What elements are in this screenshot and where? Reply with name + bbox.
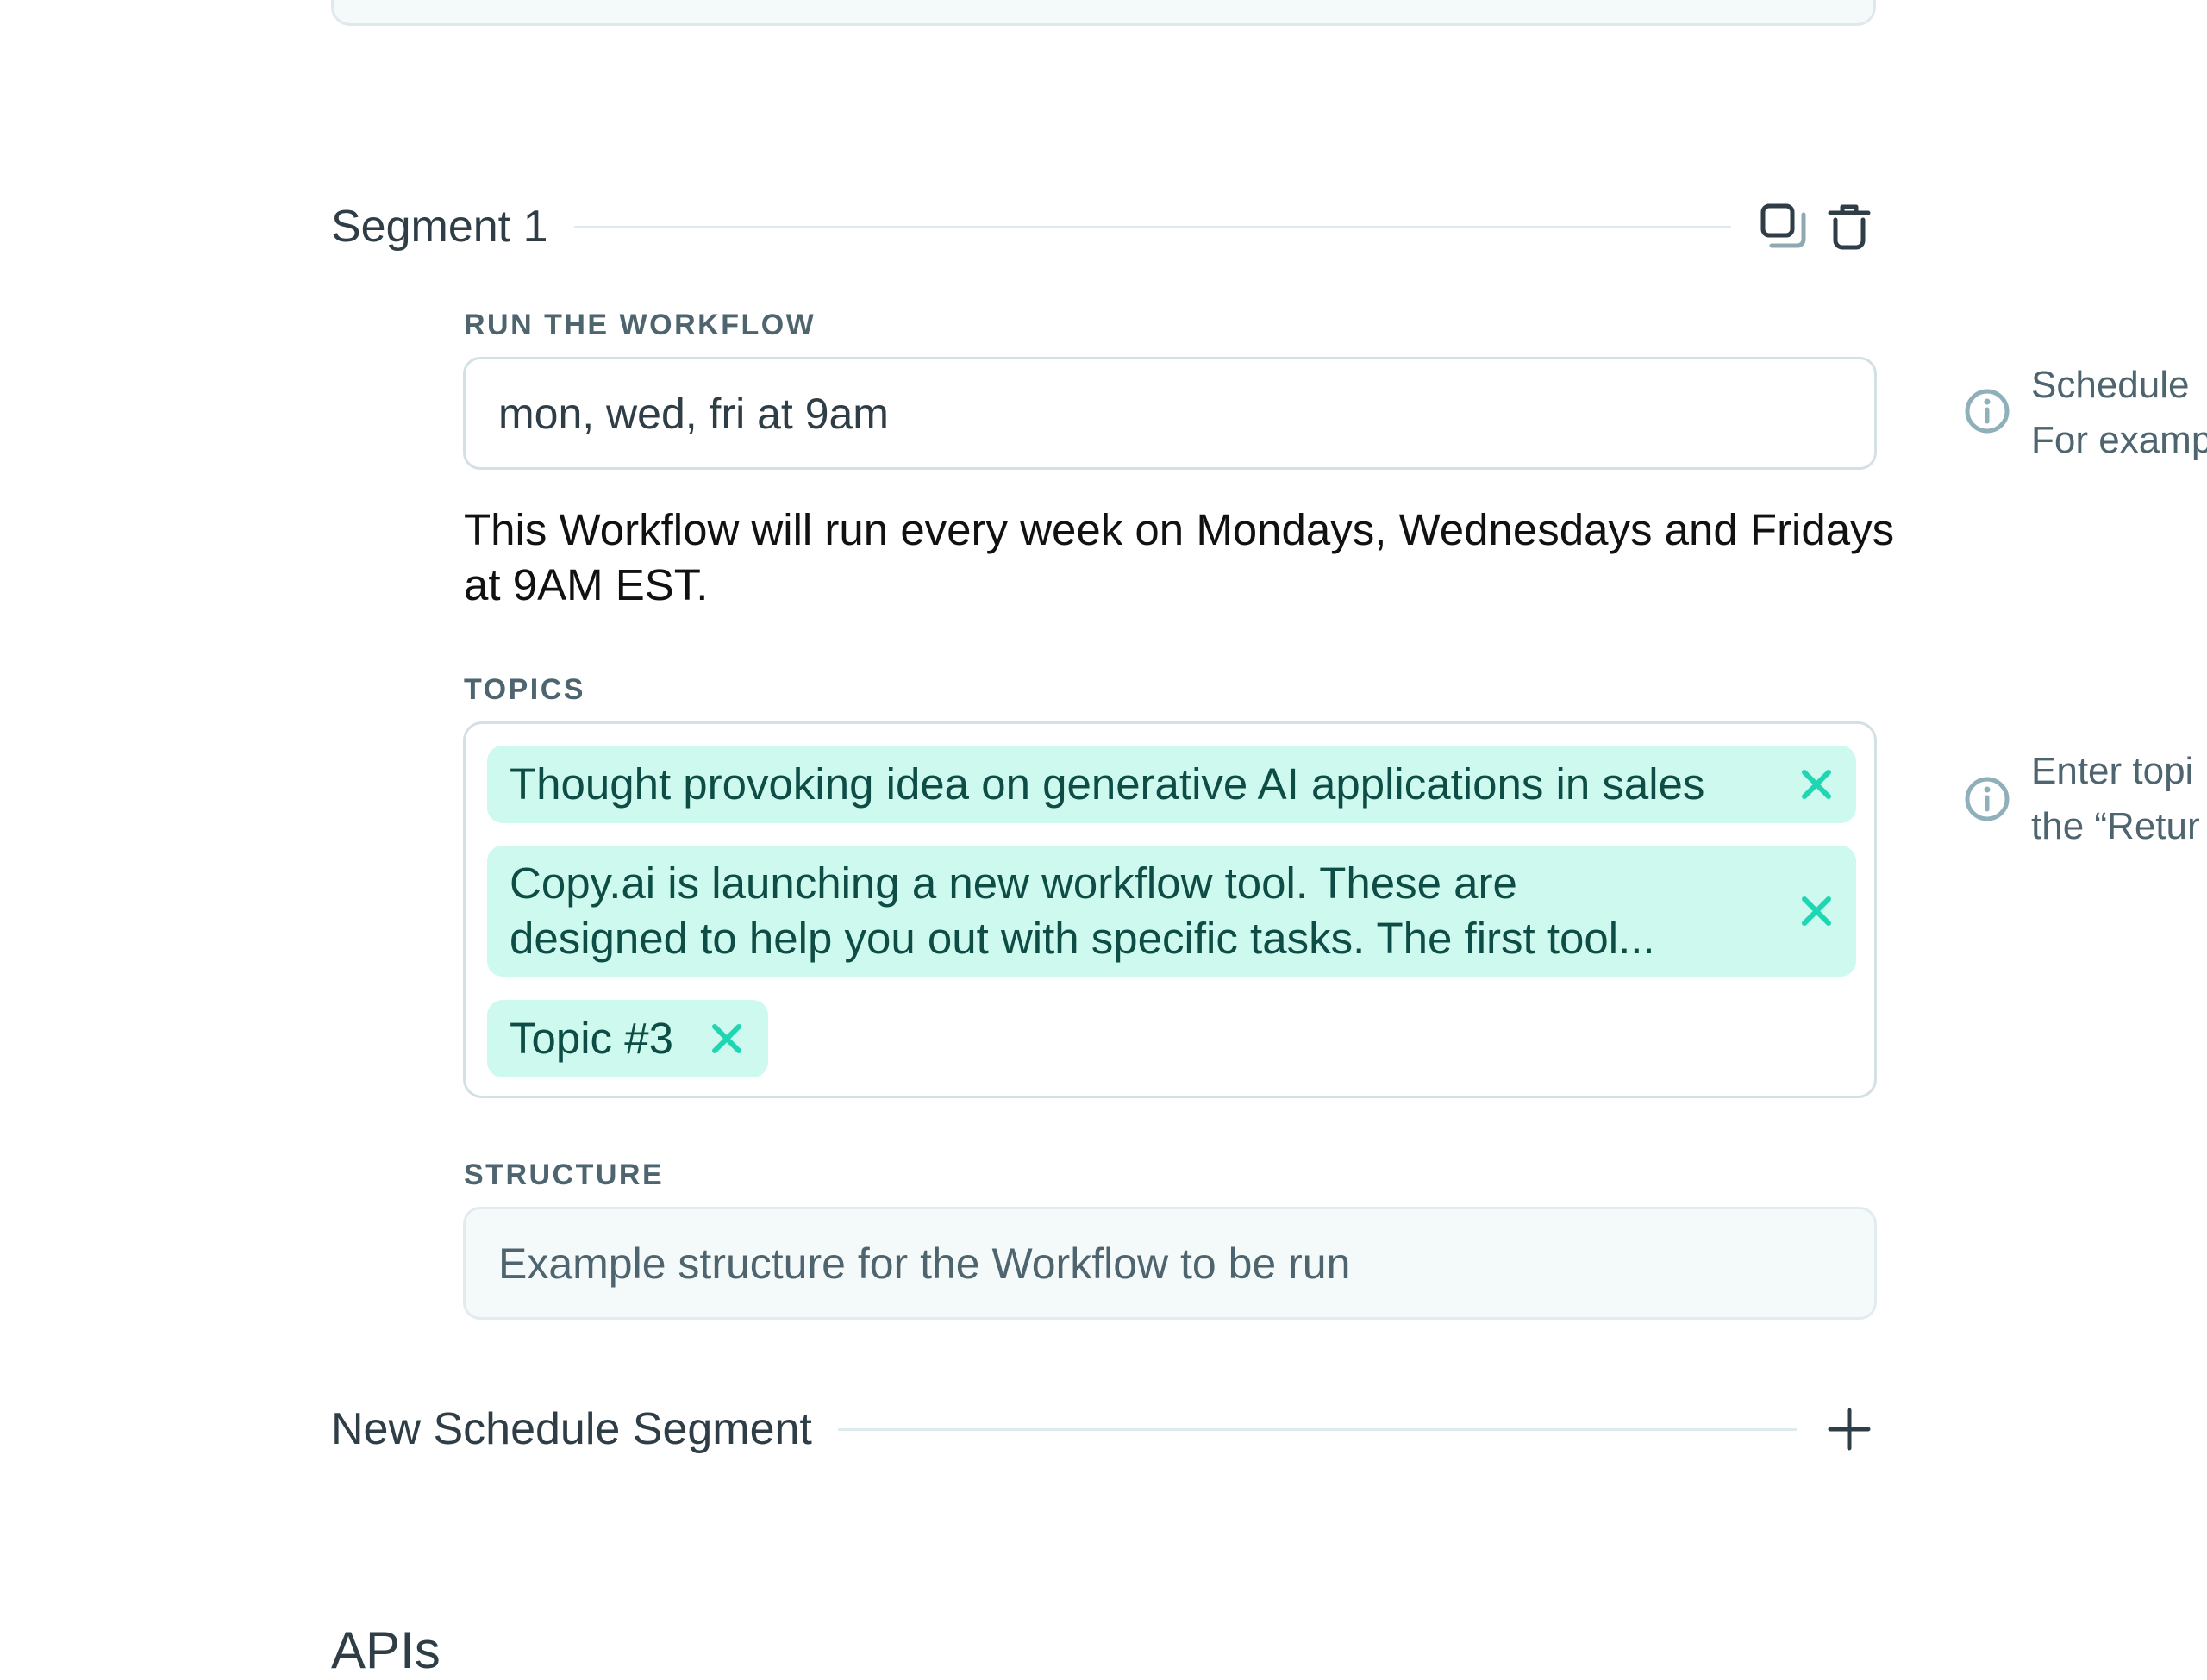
- duplicate-icon: [1760, 203, 1806, 248]
- info-icon: [1965, 777, 2010, 821]
- apis-section-title: APIs: [331, 1621, 441, 1679]
- run-workflow-label: RUN THE WORKFLOW: [464, 309, 816, 341]
- remove-topic-icon[interactable]: [1799, 767, 1834, 802]
- new-segment-divider: [837, 1427, 1797, 1431]
- add-segment-button[interactable]: [1822, 1402, 1876, 1456]
- remove-topic-icon[interactable]: [710, 1021, 744, 1056]
- topics-label: TOPICS: [464, 673, 585, 706]
- topic-chip-text-line1: Copy.ai is launching a new workflow tool…: [510, 859, 1517, 908]
- info-icon: [1965, 389, 2010, 434]
- topic-chip-text: Thought provoking idea on generative AI …: [510, 759, 1705, 809]
- structure-input[interactable]: Example structure for the Workflow to be…: [463, 1207, 1877, 1320]
- delete-segment-button[interactable]: [1822, 200, 1876, 253]
- duplicate-segment-button[interactable]: [1757, 200, 1810, 253]
- previous-field-input[interactable]: [331, 0, 1876, 26]
- topic-chip-text: Topic #3: [510, 1014, 673, 1063]
- plus-icon: [1828, 1408, 1871, 1451]
- structure-placeholder: Example structure for the Workflow to be…: [498, 1239, 1351, 1288]
- remove-topic-icon[interactable]: [1799, 894, 1834, 928]
- new-segment-row: New Schedule Segment: [331, 1398, 1876, 1460]
- trash-icon: [1828, 204, 1871, 250]
- segment-title: Segment 1: [331, 202, 548, 252]
- schedule-description: This Workflow will run every week on Mon…: [464, 505, 1895, 609]
- topics-hint-line2: the “Retur: [2031, 805, 2200, 847]
- topic-chip-text-line2: designed to help you out with specific t…: [510, 914, 1655, 963]
- structure-label: STRUCTURE: [464, 1159, 665, 1191]
- topic-chip: Copy.ai is launching a new workflow tool…: [487, 846, 1856, 977]
- new-segment-label: New Schedule Segment: [331, 1404, 812, 1454]
- topic-chip: Topic #3: [487, 1000, 768, 1077]
- topics-hint: Enter topi the “Retur: [1964, 744, 2207, 865]
- schedule-hint-line1: Schedule: [2031, 364, 2190, 406]
- segment-header: Segment 1: [331, 196, 1876, 258]
- schedule-input-value: mon, wed, fri at 9am: [498, 389, 889, 438]
- segment-divider: [573, 225, 1731, 228]
- schedule-input[interactable]: mon, wed, fri at 9am: [463, 357, 1877, 470]
- schedule-hint: Schedule For examp: [1964, 358, 2207, 478]
- topics-hint-line1: Enter topi: [2031, 750, 2194, 792]
- schedule-hint-line2: For examp: [2031, 419, 2207, 461]
- topic-chip: Thought provoking idea on generative AI …: [487, 746, 1856, 823]
- topics-input[interactable]: Thought provoking idea on generative AI …: [463, 721, 1877, 1098]
